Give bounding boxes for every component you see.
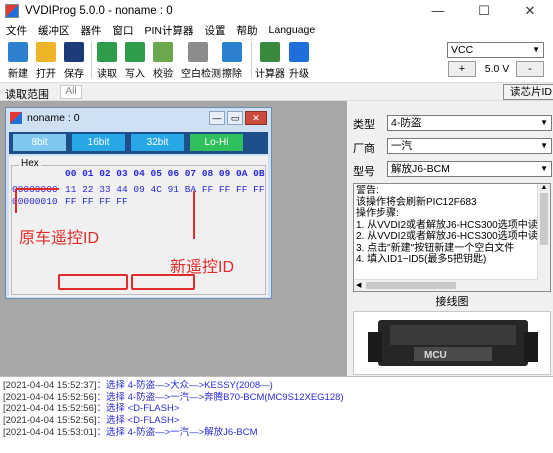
menu-settings[interactable]: 设置 xyxy=(205,23,226,38)
calculator-button[interactable]: 计算器 xyxy=(253,40,287,80)
verify-button-label: 校验 xyxy=(153,69,173,80)
menu-buffer[interactable]: 缓冲区 xyxy=(38,23,70,38)
upgrade-button[interactable]: 升级 xyxy=(284,40,314,80)
scrollbar-thumb[interactable] xyxy=(366,282,456,289)
vcc-select-value: VCC xyxy=(451,44,474,56)
horizontal-scrollbar[interactable]: ◀ xyxy=(354,279,538,291)
close-button[interactable]: ✕ xyxy=(507,0,553,22)
model-select[interactable]: 解放J6-BCM ▼ xyxy=(387,161,552,177)
wiring-diagram-image: MCU xyxy=(353,311,551,375)
menu-language[interactable]: Language xyxy=(269,24,316,36)
chevron-up-icon[interactable]: ▲ xyxy=(538,184,550,191)
chevron-down-icon: ▼ xyxy=(540,141,548,150)
connector-icon: MCU xyxy=(368,320,538,366)
vertical-scrollbar[interactable]: ▲ xyxy=(537,184,550,291)
log-panel[interactable]: [2021-04-04 15:52:37]：选择 4-防盗—>大众—>KESSY… xyxy=(0,376,553,453)
chevron-left-icon[interactable]: ◀ xyxy=(356,281,361,289)
read-chip-id-button[interactable]: 读芯片ID xyxy=(503,84,553,100)
title-bar: VVDIProg 5.0.0 - noname : 0 — ☐ ✕ xyxy=(0,0,553,22)
read-button-label: 读取 xyxy=(97,69,117,80)
blank-check-button[interactable]: 空白检测 xyxy=(181,40,221,80)
model-label: 型号 xyxy=(353,166,375,178)
read-range-label: 读取范围 xyxy=(5,89,49,101)
model-select-value: 解放J6-BCM xyxy=(391,163,450,175)
save-button-label: 保存 xyxy=(64,69,84,80)
new-button-label: 新建 xyxy=(8,69,28,80)
open-button[interactable]: 打开 xyxy=(31,40,61,80)
type-label: 类型 xyxy=(353,119,375,131)
chevron-down-icon: ▼ xyxy=(540,164,548,173)
verify-icon xyxy=(153,42,173,62)
info-line: 4. 填入ID1~ID5(最多5把钥匙) xyxy=(356,254,487,265)
read-range-input[interactable]: All xyxy=(60,85,82,99)
calculator-button-label: 计算器 xyxy=(255,69,285,80)
open-button-label: 打开 xyxy=(36,69,56,80)
connector-text: MCU xyxy=(424,350,447,361)
blank-check-button-label: 空白检测 xyxy=(181,69,221,80)
new-button[interactable]: 新建 xyxy=(3,40,33,80)
erase-button[interactable]: 擦除 xyxy=(217,40,247,80)
save-disk-icon xyxy=(64,42,84,62)
write-chip-icon xyxy=(125,42,145,62)
maximize-button[interactable]: ☐ xyxy=(461,0,507,22)
erase-icon xyxy=(222,42,242,62)
write-button[interactable]: 写入 xyxy=(120,40,150,80)
log-entry: [2021-04-04 15:52:56]：选择 <D-FLASH> xyxy=(3,415,180,427)
original-id-annotation: 原车遥控ID xyxy=(19,230,100,247)
menu-pin-calculator[interactable]: PIN计算器 xyxy=(145,23,194,38)
new-file-icon xyxy=(8,42,28,62)
calculator-icon xyxy=(260,42,280,62)
save-button[interactable]: 保存 xyxy=(59,40,89,80)
blank-check-icon xyxy=(188,42,208,62)
operation-info-box[interactable]: 警告: 该操作将会刷新PIC12F683 操作步骤: 1. 从VVDI2或者解放… xyxy=(353,183,551,292)
info-line: 1. 从VVDI2或者解放J6-HCS300选项中读 xyxy=(356,219,538,231)
maker-label: 厂商 xyxy=(353,143,375,155)
menu-bar: 文件 缓冲区 器件 窗口 PIN计算器 设置 帮助 Language xyxy=(0,22,553,38)
verify-button[interactable]: 校验 xyxy=(148,40,178,80)
log-entry: [2021-04-04 15:52:56]：选择 4-防盗—>一汽—>奔腾B70… xyxy=(3,391,344,403)
type-select-value: 4-防盗 xyxy=(391,117,422,129)
log-entry: [2021-04-04 15:53:01]：选择 4-防盗—>一汽—>解放J6-… xyxy=(3,426,258,438)
new-id-annotation: 新遥控ID xyxy=(170,259,235,276)
chevron-down-icon: ▼ xyxy=(532,45,540,54)
info-line: 2. 从VVDI2或者解放J6-HCS300选项中读 xyxy=(356,231,538,242)
toolbar-separator xyxy=(251,42,252,78)
info-line: 警告: xyxy=(356,185,379,196)
erase-button-label: 擦除 xyxy=(222,69,242,80)
voltage-plus-button[interactable]: + xyxy=(448,61,476,77)
chevron-down-icon: ▼ xyxy=(540,118,548,127)
info-line: 操作步骤: xyxy=(356,208,399,219)
read-button[interactable]: 读取 xyxy=(92,40,122,80)
voltage-minus-button[interactable]: - xyxy=(516,61,544,77)
log-entry: [2021-04-04 15:52:56]：选择 <D-FLASH> xyxy=(3,403,180,415)
log-entry: [2021-04-04 15:52:37]：选择 4-防盗—>大众—>KESSY… xyxy=(3,380,273,391)
upgrade-button-label: 升级 xyxy=(289,69,309,80)
upgrade-icon xyxy=(289,42,309,62)
write-button-label: 写入 xyxy=(125,69,145,80)
read-range-bar: 读取范围 All 读芯片ID xyxy=(0,82,553,101)
scrollbar-thumb[interactable] xyxy=(540,193,548,245)
read-chip-icon xyxy=(97,42,117,62)
menu-device[interactable]: 器件 xyxy=(81,23,102,38)
menu-file[interactable]: 文件 xyxy=(6,23,27,38)
type-select[interactable]: 4-防盗 ▼ xyxy=(387,115,552,131)
operation-info-text: 警告: 该操作将会刷新PIC12F683 操作步骤: 1. 从VVDI2或者解放… xyxy=(356,185,538,266)
maker-select-value: 一汽 xyxy=(391,140,412,152)
info-line: 该操作将会刷新PIC12F683 xyxy=(356,196,477,208)
minimize-button[interactable]: — xyxy=(415,0,461,22)
open-folder-icon xyxy=(36,42,56,62)
menu-help[interactable]: 帮助 xyxy=(237,23,258,38)
device-panel: 类型 4-防盗 ▼ 厂商 一汽 ▼ 型号 解放J6-BCM ▼ 警告: 该操作将… xyxy=(347,101,553,376)
window-title: VVDIProg 5.0.0 - noname : 0 xyxy=(25,5,173,17)
app-logo-icon xyxy=(5,4,19,18)
info-line: 3. 点击"新建"按钮新建一个空白文件 xyxy=(356,242,515,254)
menu-window[interactable]: 窗口 xyxy=(113,23,134,38)
voltage-value: 5.0 V xyxy=(484,63,510,75)
mdi-workspace: noname : 0 — ▭ ✕ 8bit 16bit 32bit Lo-Hi … xyxy=(0,101,347,376)
maker-select[interactable]: 一汽 ▼ xyxy=(387,138,552,154)
wiring-diagram-label: 接线图 xyxy=(435,296,469,308)
vcc-select[interactable]: VCC ▼ xyxy=(447,42,544,58)
